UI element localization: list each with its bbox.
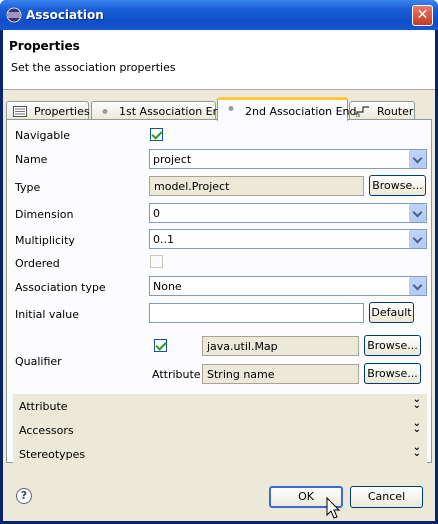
section-title: Stereotypes [19,448,86,461]
ordered-checkbox[interactable] [150,255,163,268]
properties-icon [13,106,27,117]
header-title: Properties [9,39,80,53]
expand-chevron-icon[interactable]: ⌄ ⌄ [413,419,421,435]
tab-bar: Properties 1st Association End 2nd Assoc… [3,96,435,121]
navigable-label: Navigable [15,129,71,142]
qualifier-label: Qualifier [15,355,62,368]
expand-chevron-icon[interactable]: ⌄ ⌄ [413,395,421,411]
dot-icon [102,109,108,114]
qualifier-attribute-browse-button[interactable]: Browse... [364,363,421,384]
dot-icon [228,106,234,111]
router-icon [356,106,369,117]
navigable-checkbox[interactable] [150,128,163,141]
chevron-down-icon[interactable] [409,204,426,222]
multiplicity-value: 0..1 [153,233,174,246]
title-bar[interactable]: Association ✕ [0,0,438,30]
qualifier-type-field[interactable]: java.util.Map [202,336,359,356]
multiplicity-combo[interactable]: 0..1 [149,229,427,249]
qualifier-checkbox[interactable] [154,339,167,352]
header-subtitle: Set the association properties [11,61,176,74]
type-label: Type [15,181,41,194]
window-title: Association [26,8,104,22]
tab-properties[interactable]: Properties [6,101,90,120]
cancel-button[interactable]: Cancel [350,486,423,508]
qualifier-attribute-field[interactable]: String name [202,364,359,384]
mouse-pointer-icon [326,497,341,519]
tab-1st-association-end[interactable]: 1st Association End [91,101,227,120]
default-button[interactable]: Default [369,302,414,323]
eclipse-app-icon [6,7,22,23]
initial-value-input[interactable] [149,303,364,323]
tab-router[interactable]: Router [349,101,415,120]
dimension-value: 0 [153,207,160,220]
tab-label: 1st Association End [119,105,227,118]
name-combo[interactable]: project [149,149,427,169]
association-type-value: None [153,280,182,293]
section-title: Accessors [19,424,74,437]
dimension-combo[interactable]: 0 [149,203,427,223]
initial-value-label: Initial value [15,308,79,321]
chevron-down-icon[interactable] [409,230,426,248]
qualifier-browse-button[interactable]: Browse... [364,335,421,356]
section-attribute[interactable]: Attribute ⌄ ⌄ [13,394,427,418]
tab-content-panel: Navigable Name project Type model.Projec… [6,119,432,466]
section-accessors[interactable]: Accessors ⌄ ⌄ [13,418,427,442]
help-icon[interactable]: ? [16,488,32,504]
association-type-combo[interactable]: None [149,276,427,296]
type-field[interactable]: model.Project [149,176,364,196]
section-stereotypes[interactable]: Stereotypes ⌄ ⌄ [13,442,427,466]
dialog-header: Properties Set the association propertie… [3,30,435,90]
tab-2nd-association-end[interactable]: 2nd Association End [217,97,356,121]
qualifier-type-value: java.util.Map [207,340,278,353]
multiplicity-label: Multiplicity [15,234,75,247]
ordered-label: Ordered [15,257,60,270]
association-type-label: Association type [15,281,106,294]
tab-label: 2nd Association End [245,105,357,118]
name-label: Name [15,153,48,166]
type-value: model.Project [154,180,230,193]
qualifier-attribute-value: String name [207,368,275,381]
tab-label: Properties [34,105,90,118]
chevron-down-icon[interactable] [409,150,426,168]
expand-chevron-icon[interactable]: ⌄ ⌄ [413,443,421,459]
tab-label: Router [377,105,414,118]
dimension-label: Dimension [15,208,74,221]
type-browse-button[interactable]: Browse... [369,175,426,196]
close-icon: ✕ [416,7,429,23]
close-button[interactable]: ✕ [412,5,433,26]
chevron-down-icon[interactable] [409,277,426,295]
dialog-body: Properties Set the association propertie… [3,30,435,521]
qualifier-attribute-label: Attribute [152,368,201,381]
association-dialog: Association ✕ Properties Set the associa… [0,0,438,524]
name-value: project [153,153,192,166]
section-title: Attribute [19,400,68,413]
